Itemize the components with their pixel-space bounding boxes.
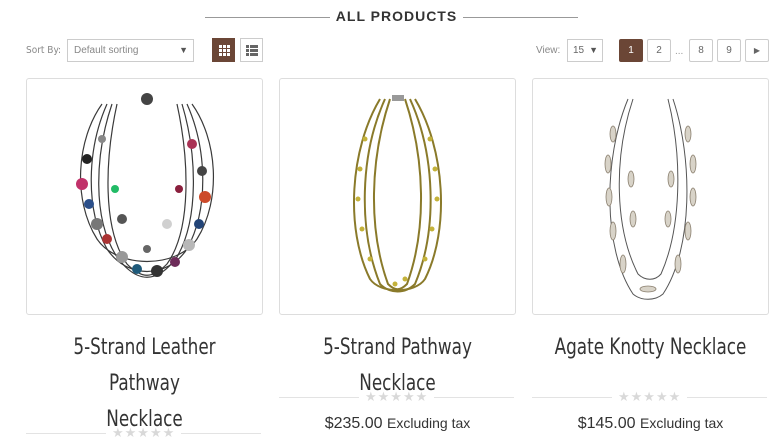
price-amount: $235.00	[324, 415, 383, 432]
chevron-right-icon: ▶	[753, 46, 761, 55]
price-amount: $145.00	[577, 415, 636, 432]
star-icons: ★★★★★	[618, 389, 682, 405]
sort-label: Sort By:	[26, 45, 62, 56]
product-title-1[interactable]: 5-Strand Leather Pathway Necklace	[44, 330, 245, 438]
heading-divider-left	[205, 17, 330, 18]
product-image-3[interactable]	[532, 78, 769, 315]
list-view-button[interactable]	[240, 38, 263, 62]
necklace-image	[604, 98, 697, 300]
product-toolbar: Sort By: Default sorting ▼ View: 15 ▼ 1 …	[0, 38, 783, 64]
chevron-down-icon: ▼	[589, 45, 598, 55]
product-image-2[interactable]	[279, 78, 516, 315]
page-button-8[interactable]: 8	[689, 39, 713, 62]
page-button-9[interactable]: 9	[717, 39, 741, 62]
per-page-select[interactable]: 15 ▼	[567, 39, 603, 62]
product-rating-1: ★★★★★	[26, 426, 263, 440]
tax-label: Excluding tax	[640, 415, 724, 431]
necklace-image	[352, 95, 443, 293]
star-icons: ★★★★★	[365, 389, 429, 405]
product-price-3: $145.00 Excluding tax	[532, 415, 769, 433]
product-image-1[interactable]	[26, 78, 263, 315]
product-price-2: $235.00 Excluding tax	[279, 415, 516, 433]
tax-label: Excluding tax	[387, 415, 471, 431]
product-title-3[interactable]: Agate Knotty Necklace	[550, 330, 751, 366]
list-icon	[246, 45, 258, 57]
chevron-down-icon: ▼	[179, 45, 188, 55]
page-button-1[interactable]: 1	[619, 39, 643, 62]
sort-select-value: Default sorting	[74, 45, 139, 56]
product-rating-3: ★★★★★	[532, 389, 769, 405]
grid-icon	[219, 45, 230, 56]
per-page-value: 15	[573, 45, 585, 56]
sort-select[interactable]: Default sorting ▼	[67, 39, 194, 62]
section-heading: ALL PRODUCTS	[0, 0, 783, 34]
necklace-image	[76, 93, 215, 278]
grid-view-button[interactable]	[212, 38, 235, 62]
next-page-button[interactable]: ▶	[745, 39, 769, 62]
view-label: View:	[536, 45, 561, 56]
heading-divider-right	[463, 17, 578, 18]
page-title: ALL PRODUCTS	[335, 8, 458, 24]
product-rating-2: ★★★★★	[279, 389, 516, 405]
pagination-ellipsis: ...	[675, 46, 684, 57]
page-button-2[interactable]: 2	[647, 39, 671, 62]
star-icons: ★★★★★	[112, 425, 176, 440]
